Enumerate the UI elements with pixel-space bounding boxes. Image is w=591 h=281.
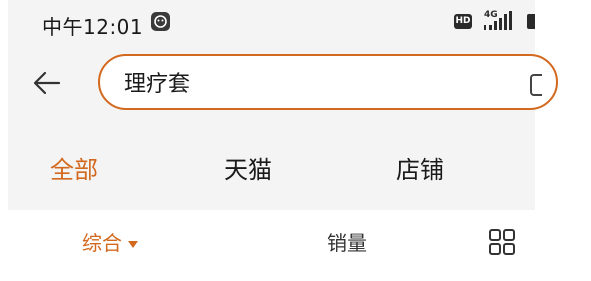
tab-all[interactable]: 全部 <box>50 150 98 185</box>
hd-badge: HD <box>454 14 472 29</box>
search-input[interactable] <box>124 66 504 98</box>
status-bar: 中午12:01 HD 4G <box>8 0 535 46</box>
battery-icon <box>527 14 535 29</box>
network-type-label: 4G <box>484 10 498 20</box>
header-area: 中午12:01 HD 4G 理疗套 全部 天猫 店铺 <box>8 0 558 210</box>
cell-signal-icon: 4G <box>480 8 520 34</box>
caret-down-icon <box>128 241 138 248</box>
sort-sales[interactable]: 销量 <box>327 227 367 256</box>
tab-stores[interactable]: 店铺 <box>396 150 444 185</box>
camera-icon[interactable] <box>530 74 542 96</box>
search-results-screen: 中午12:01 HD 4G 理疗套 全部 天猫 店铺 综合 销量 <box>0 0 591 281</box>
sort-comprehensive[interactable]: 综合 <box>82 227 138 256</box>
sort-comprehensive-label: 综合 <box>82 231 122 255</box>
notification-app-icon <box>151 12 170 31</box>
result-tabs: 全部 天猫 店铺 <box>8 140 535 196</box>
arrow-left-icon[interactable] <box>32 68 62 98</box>
grid-view-icon[interactable] <box>488 228 516 256</box>
sort-bar: 综合 销量 <box>0 215 591 271</box>
search-box[interactable] <box>98 54 558 110</box>
tab-tmall[interactable]: 天猫 <box>224 150 272 185</box>
search-row <box>8 50 558 116</box>
status-time: 中午12:01 <box>42 15 144 39</box>
